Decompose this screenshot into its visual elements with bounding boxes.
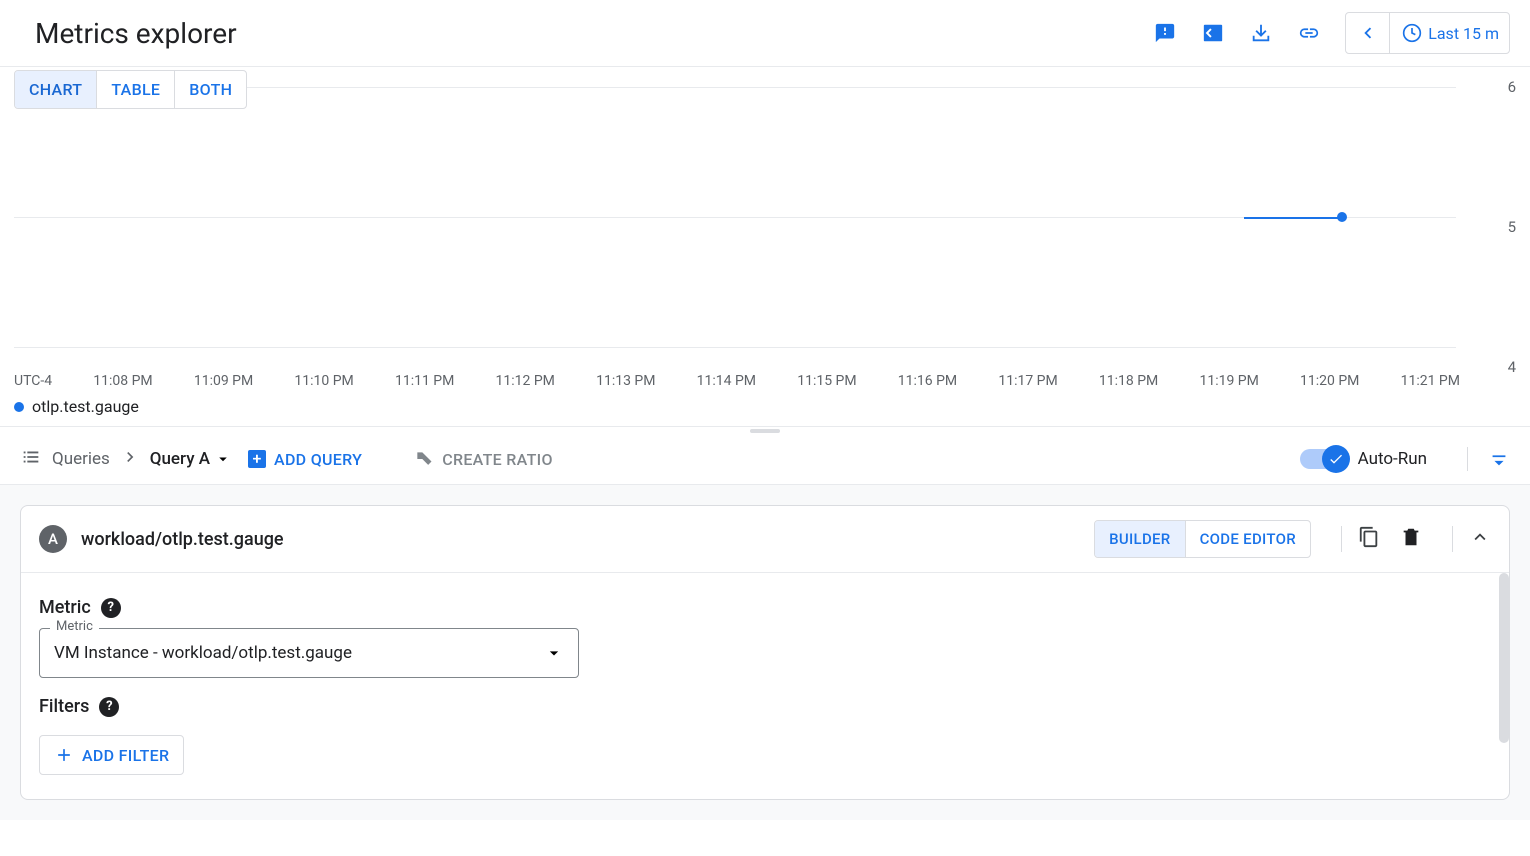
merge-icon — [414, 449, 434, 469]
metric-section-label: Metric — [39, 597, 91, 618]
add-filter-button[interactable]: ADD FILTER — [39, 735, 184, 775]
queries-label: Queries — [52, 449, 110, 469]
dropdown-icon — [214, 450, 232, 468]
x-tick: 11:13 PM — [596, 373, 655, 389]
header-actions: Last 15 m — [1141, 12, 1510, 54]
feedback-icon[interactable] — [1141, 13, 1189, 53]
y-tick: 6 — [1466, 78, 1516, 96]
scrollbar[interactable] — [1499, 573, 1509, 743]
x-tick: 11:19 PM — [1199, 373, 1258, 389]
builder-mode-button[interactable]: BUILDER — [1095, 521, 1184, 557]
add-query-button[interactable]: + ADD QUERY — [248, 450, 362, 469]
query-title: workload/otlp.test.gauge — [81, 529, 1080, 550]
check-icon — [1328, 451, 1344, 467]
time-range-prev-button[interactable] — [1346, 13, 1390, 53]
time-range-label: Last 15 m — [1428, 24, 1499, 43]
collapse-all-button[interactable] — [1467, 447, 1510, 471]
x-tick: 11:12 PM — [496, 373, 555, 389]
panel-resize-handle[interactable] — [0, 426, 1530, 434]
filters-section-label: Filters — [39, 696, 89, 717]
create-ratio-button[interactable]: CREATE RATIO — [414, 449, 553, 469]
legend-dot — [14, 402, 24, 412]
dropdown-icon — [544, 643, 564, 663]
tab-table[interactable]: TABLE — [96, 71, 174, 108]
plus-icon: + — [248, 450, 266, 468]
metric-select-legend: Metric — [50, 619, 99, 634]
x-tick: 11:08 PM — [93, 373, 152, 389]
chart-legend: otlp.test.gauge — [14, 397, 1516, 416]
x-tick: 11:14 PM — [697, 373, 756, 389]
chart: 6 5 4 — [14, 87, 1516, 367]
x-tick: 11:10 PM — [294, 373, 353, 389]
help-icon[interactable]: ? — [101, 598, 121, 618]
time-range-button[interactable]: Last 15 m — [1390, 15, 1509, 51]
x-tick: 11:21 PM — [1401, 373, 1460, 389]
tab-chart[interactable]: CHART — [15, 71, 96, 108]
metric-select-value: VM Instance - workload/otlp.test.gauge — [54, 643, 352, 663]
chevron-right-icon — [120, 447, 140, 471]
metric-select[interactable]: Metric VM Instance - workload/otlp.test.… — [39, 628, 579, 678]
x-tick: 11:11 PM — [395, 373, 454, 389]
legend-series-name: otlp.test.gauge — [32, 397, 139, 416]
x-axis: UTC-4 11:08 PM 11:09 PM 11:10 PM 11:11 P… — [14, 373, 1460, 389]
help-icon[interactable]: ? — [99, 697, 119, 717]
x-tick: 11:09 PM — [194, 373, 253, 389]
clock-icon — [1402, 23, 1422, 43]
copy-icon[interactable] — [1358, 526, 1380, 552]
x-tick: 11:15 PM — [797, 373, 856, 389]
y-tick: 4 — [1466, 358, 1516, 376]
code-editor-mode-button[interactable]: CODE EDITOR — [1185, 521, 1310, 557]
x-tick: 11:18 PM — [1099, 373, 1158, 389]
collapse-panel-button[interactable] — [1452, 526, 1491, 552]
query-selector[interactable]: Query A — [150, 449, 232, 469]
view-mode-tabs: CHART TABLE BOTH — [14, 70, 247, 109]
link-icon[interactable] — [1285, 13, 1333, 53]
auto-run-label: Auto-Run — [1358, 449, 1427, 469]
auto-run-toggle[interactable] — [1300, 449, 1346, 469]
delete-icon[interactable] — [1400, 526, 1422, 552]
y-tick: 5 — [1466, 218, 1516, 236]
page-title: Metrics explorer — [35, 17, 237, 50]
x-tick: 11:16 PM — [898, 373, 957, 389]
query-panel: A workload/otlp.test.gauge BUILDER CODE … — [20, 505, 1510, 800]
x-tick: 11:17 PM — [998, 373, 1057, 389]
x-label-tz: UTC-4 — [14, 373, 52, 389]
query-badge: A — [39, 525, 67, 553]
download-icon[interactable] — [1237, 13, 1285, 53]
x-tick: 11:20 PM — [1300, 373, 1359, 389]
queries-list-icon — [20, 446, 42, 472]
plus-icon — [54, 745, 74, 765]
tab-both[interactable]: BOTH — [174, 71, 246, 108]
code-icon[interactable] — [1189, 13, 1237, 53]
